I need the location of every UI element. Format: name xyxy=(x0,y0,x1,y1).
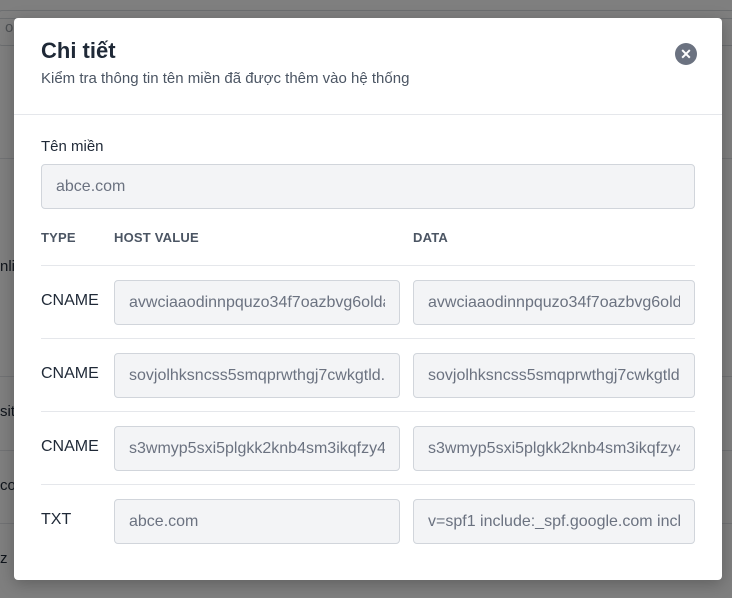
dns-record-row: CNAME xyxy=(41,338,695,412)
domain-label: Tên miền xyxy=(41,138,104,155)
record-data-field[interactable] xyxy=(413,280,695,325)
record-host-field[interactable] xyxy=(114,353,400,398)
modal-header: Chi tiết Kiểm tra thông tin tên miền đã … xyxy=(14,18,722,115)
column-header-host-value: HOST VALUE xyxy=(114,230,199,245)
record-type: CNAME xyxy=(41,365,99,382)
dns-record-row: TXT xyxy=(41,484,695,558)
record-host-field[interactable] xyxy=(114,426,400,471)
record-type: TXT xyxy=(41,511,72,528)
column-header-data: DATA xyxy=(413,230,448,245)
domain-field[interactable] xyxy=(41,164,695,209)
modal-title: Chi tiết xyxy=(41,38,116,63)
column-header-type: TYPE xyxy=(41,230,76,245)
record-data-field[interactable] xyxy=(413,499,695,544)
close-icon[interactable]: ✕ xyxy=(675,43,697,65)
dns-record-row: CNAME xyxy=(41,265,695,339)
record-data-field[interactable] xyxy=(413,426,695,471)
record-host-field[interactable] xyxy=(114,499,400,544)
details-modal: Chi tiết Kiểm tra thông tin tên miền đã … xyxy=(14,18,722,580)
record-host-field[interactable] xyxy=(114,280,400,325)
record-type: CNAME xyxy=(41,292,99,309)
dns-record-row: CNAME xyxy=(41,411,695,485)
record-data-field[interactable] xyxy=(413,353,695,398)
modal-subtitle: Kiểm tra thông tin tên miền đã được thêm… xyxy=(41,70,410,87)
record-type: CNAME xyxy=(41,438,99,455)
